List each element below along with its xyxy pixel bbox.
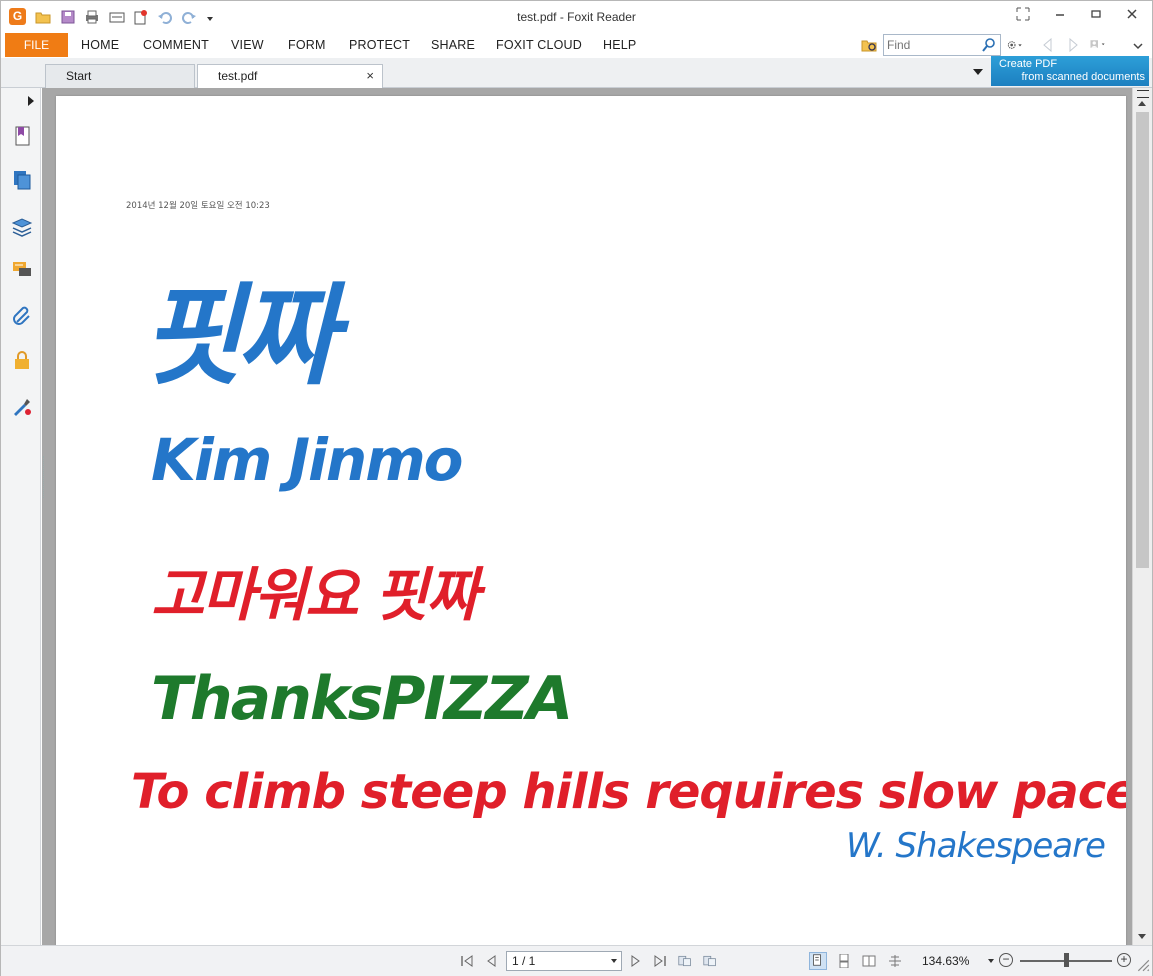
- comments-icon[interactable]: [11, 259, 33, 281]
- fullscreen-icon[interactable]: [1012, 7, 1034, 25]
- tab-test-pdf[interactable]: test.pdf ×: [197, 64, 383, 89]
- title-bar: G test.pdf - Foxit Reader: [1, 1, 1152, 33]
- tab-start[interactable]: Start: [45, 64, 195, 88]
- menu-home[interactable]: HOME: [81, 38, 119, 52]
- next-page-icon[interactable]: [628, 954, 642, 968]
- last-page-icon[interactable]: [653, 954, 667, 968]
- note-timestamp: 2014년 12월 20일 토요일 오전 10:23: [126, 201, 270, 211]
- expand-panel-icon[interactable]: [28, 96, 34, 106]
- pdf-page[interactable]: 2014년 12월 20일 토요일 오전 10:23 핏짜 Kim Jinmo …: [56, 96, 1126, 956]
- tab-label: Start: [66, 69, 92, 83]
- scroll-down-arrow-icon[interactable]: [1138, 934, 1146, 939]
- document-tab-strip: Start test.pdf ×: [1, 58, 1152, 89]
- create-pdf-banner[interactable]: Create PDF from scanned documents: [991, 56, 1149, 86]
- tab-list-dropdown-icon[interactable]: [973, 69, 983, 75]
- minimize-icon[interactable]: [1049, 7, 1071, 25]
- file-menu-button[interactable]: FILE: [5, 33, 68, 57]
- menu-form[interactable]: FORM: [288, 38, 326, 52]
- page-dropdown-icon[interactable]: [611, 959, 617, 963]
- zoom-slider-thumb[interactable]: [1064, 953, 1069, 967]
- ribbon-collapse-icon[interactable]: [1130, 38, 1143, 54]
- signature-icon[interactable]: [11, 395, 33, 417]
- status-bar: 1 / 1 134.63% − +: [1, 945, 1152, 976]
- zoom-out-icon[interactable]: −: [999, 953, 1013, 967]
- menu-share[interactable]: SHARE: [431, 38, 475, 52]
- nav-forward-icon[interactable]: [1065, 37, 1081, 53]
- handwritten-quote: To climb steep hills requires slow pace …: [131, 764, 1126, 820]
- menu-help[interactable]: HELP: [603, 38, 636, 52]
- bookmarks-icon[interactable]: [11, 125, 33, 147]
- tab-close-icon[interactable]: ×: [366, 65, 374, 87]
- zoom-level[interactable]: 134.63%: [922, 954, 969, 968]
- continuous-view-icon[interactable]: [837, 953, 851, 969]
- split-view-handle[interactable]: [1137, 90, 1149, 98]
- document-viewport[interactable]: 2014년 12월 20일 토요일 오전 10:23 핏짜 Kim Jinmo …: [42, 88, 1132, 956]
- ribbon-menu-bar: FILE HOME COMMENT VIEW FORM PROTECT SHAR…: [1, 33, 1152, 58]
- banner-line-2: from scanned documents: [1021, 71, 1145, 83]
- handwritten-thanks-korean: 고마워요 핏짜: [151, 561, 479, 629]
- settings-gear-icon[interactable]: [1007, 37, 1031, 53]
- pages-icon[interactable]: [11, 169, 33, 191]
- previous-view-icon[interactable]: [678, 954, 696, 968]
- close-icon[interactable]: [1121, 7, 1143, 25]
- window-title: test.pdf - Foxit Reader: [517, 10, 636, 24]
- vertical-scrollbar[interactable]: [1132, 88, 1152, 945]
- tab-label: test.pdf: [218, 69, 258, 83]
- search-icon[interactable]: [981, 37, 997, 53]
- single-page-view-icon[interactable]: [809, 952, 827, 970]
- next-view-icon[interactable]: [703, 954, 721, 968]
- page-indicator: 1 / 1: [512, 954, 536, 968]
- handwritten-name: Kim Jinmo: [151, 426, 463, 494]
- zoom-dropdown-icon[interactable]: [988, 959, 994, 963]
- search-folder-icon[interactable]: [861, 37, 877, 53]
- zoom-in-icon[interactable]: +: [1117, 953, 1131, 967]
- layers-icon[interactable]: [11, 215, 33, 237]
- handwritten-quote-author: W. Shakespeare: [846, 826, 1106, 866]
- facing-view-icon[interactable]: [862, 954, 876, 968]
- scroll-up-arrow-icon[interactable]: [1138, 101, 1146, 106]
- navigation-panel: [1, 88, 41, 945]
- handwritten-thanks-english: ThanksPIZZA: [151, 664, 573, 734]
- nav-back-icon[interactable]: [1040, 37, 1056, 53]
- attachments-icon[interactable]: [11, 304, 33, 326]
- restore-icon[interactable]: [1085, 7, 1107, 25]
- page-number-field[interactable]: 1 / 1: [506, 951, 622, 971]
- menu-protect[interactable]: PROTECT: [349, 38, 410, 52]
- search-input[interactable]: [887, 35, 983, 54]
- menu-comment[interactable]: COMMENT: [143, 38, 209, 52]
- continuous-facing-view-icon[interactable]: [888, 954, 902, 968]
- banner-line-1: Create PDF: [999, 58, 1058, 70]
- foxit-reader-window: G test.pdf - Foxit Reader FILE HOME COMM…: [0, 0, 1153, 976]
- first-page-icon[interactable]: [460, 954, 474, 968]
- security-lock-icon[interactable]: [11, 349, 33, 371]
- previous-page-icon[interactable]: [485, 954, 499, 968]
- panel-resize-grip[interactable]: [43, 456, 46, 498]
- handwritten-korean-signature: 핏짜: [141, 272, 337, 400]
- scroll-thumb[interactable]: [1136, 112, 1149, 568]
- resize-grip-icon[interactable]: [1136, 958, 1150, 972]
- user-account-icon[interactable]: [1090, 36, 1124, 54]
- menu-view[interactable]: VIEW: [231, 38, 264, 52]
- find-field[interactable]: [883, 34, 1001, 56]
- menu-foxit-cloud[interactable]: FOXIT CLOUD: [496, 38, 582, 52]
